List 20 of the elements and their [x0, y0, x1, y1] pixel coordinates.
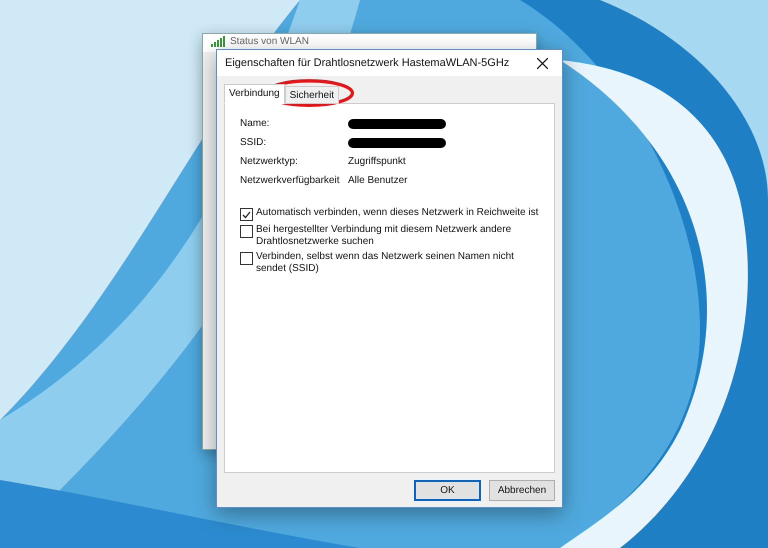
- property-value: Zugriffspunkt: [348, 156, 407, 168]
- checkbox[interactable]: [240, 252, 253, 265]
- tab[interactable]: Sicherheit: [284, 86, 340, 104]
- dialog-title: Eigenschaften für Drahtlosnetzwerk HastemaWLAN-5GHz: [225, 57, 510, 69]
- wifi-signal-icon: [211, 36, 225, 47]
- dialog-button[interactable]: Abbrechen: [489, 480, 555, 500]
- checkbox-label: Automatisch verbinden, wenn dieses Netzwerk in Reichweite ist: [256, 207, 538, 219]
- tab[interactable]: Verbindung: [224, 84, 285, 104]
- checkbox-label: Bei hergestellter Verbindung mit diesem Netzwerk andere Drahtlosnetzwerke suchen: [256, 224, 512, 248]
- dialog-button[interactable]: OK: [414, 480, 481, 500]
- checkbox[interactable]: [240, 225, 253, 238]
- window-title: Status von WLAN: [230, 36, 309, 48]
- property-label: SSID:: [240, 137, 268, 149]
- checkbox-label: Verbinden, selbst wenn das Netzwerk seinen Namen nicht sendet (SSID): [256, 251, 515, 275]
- property-label: Netzwerktyp:: [240, 156, 299, 168]
- checkbox[interactable]: [240, 208, 253, 221]
- property-label: Netzwerkverfügbarkeit: [240, 175, 340, 187]
- close-icon: [536, 58, 548, 68]
- property-label: Name:: [240, 118, 270, 130]
- property-value: Alle Benutzer: [348, 175, 408, 187]
